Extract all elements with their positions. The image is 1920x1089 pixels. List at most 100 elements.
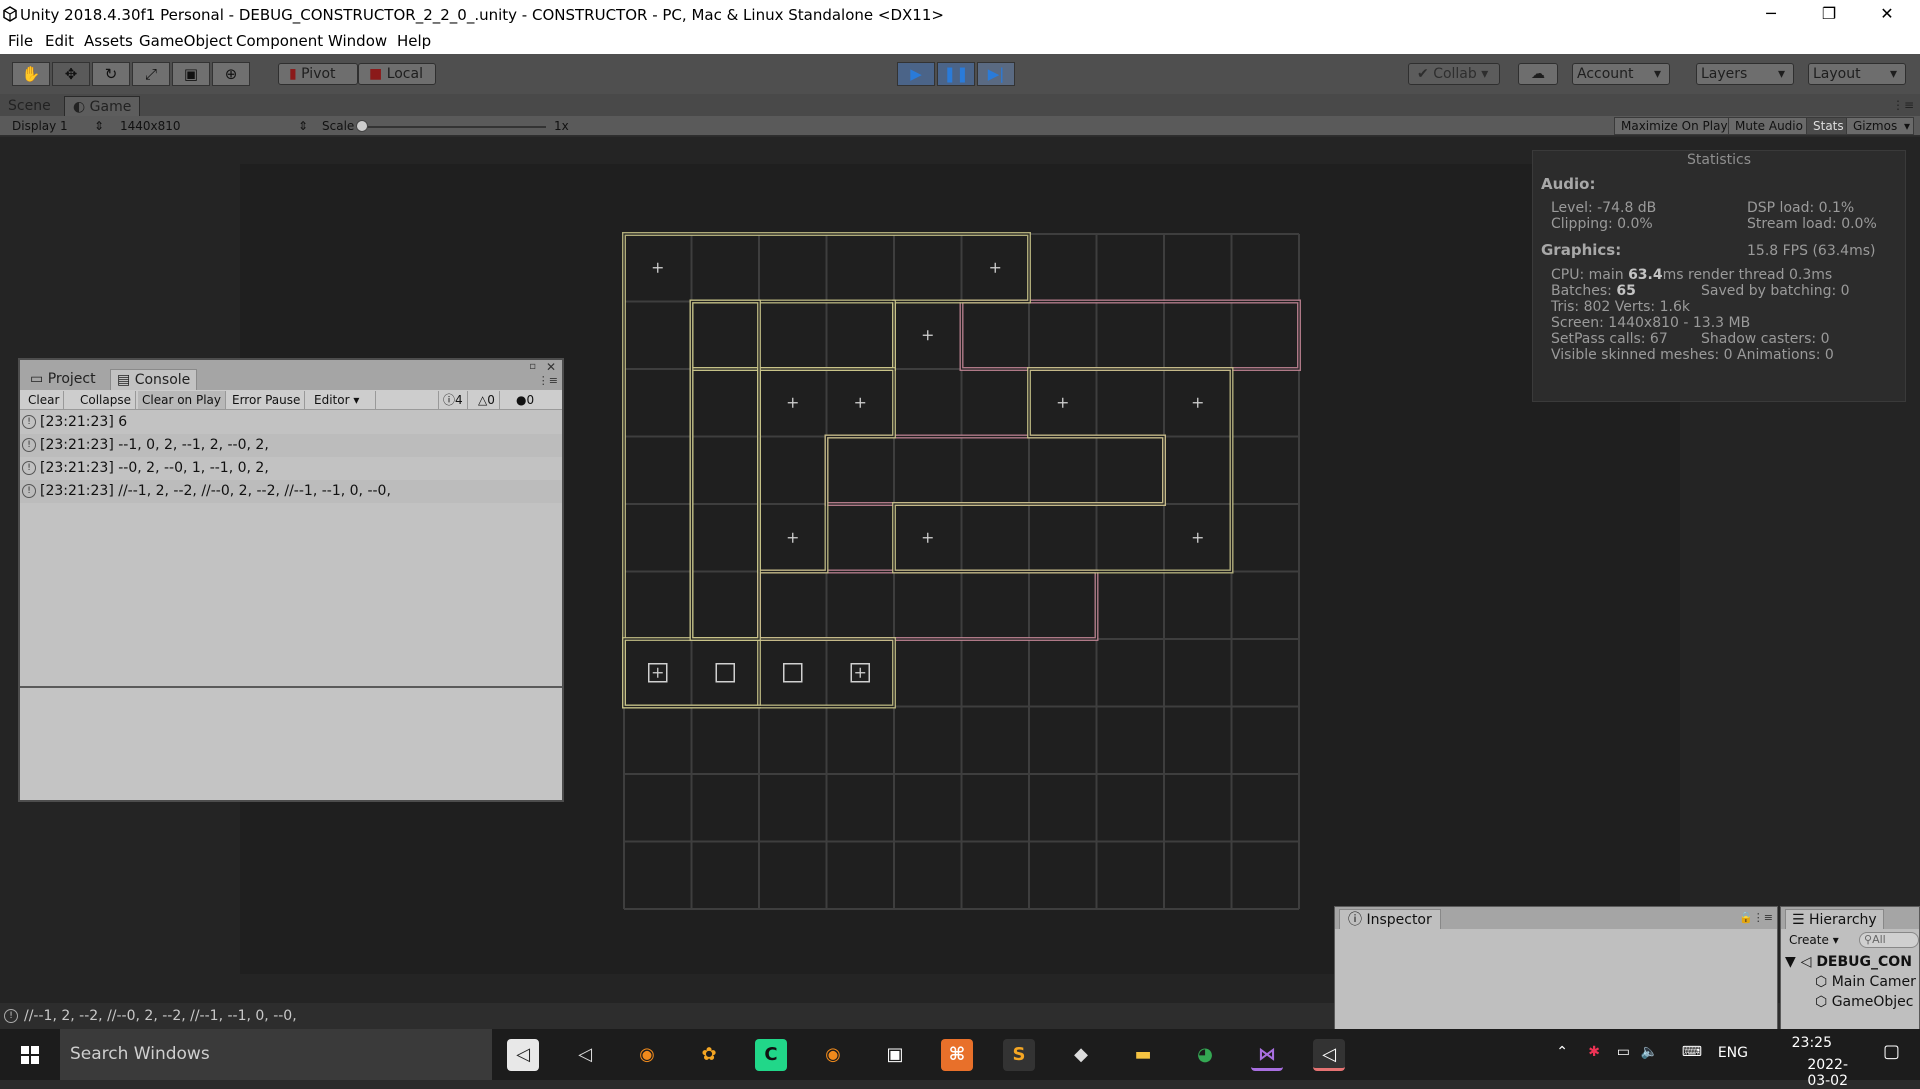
minimize-button[interactable]: ─ [1742,0,1800,30]
rect-tool-icon[interactable]: ▣ [172,62,210,86]
unity-collab-icon[interactable]: ◆ [1065,1039,1097,1071]
volume-icon[interactable]: 🔈 [1641,1044,1658,1060]
create-dropdown[interactable]: Create ▾ [1789,933,1839,947]
editor-dropdown[interactable]: Editor ▾ [310,391,376,409]
clear-on-play-toggle[interactable]: Clear on Play [138,391,226,409]
cloud-button[interactable]: ☁ [1518,63,1558,85]
hierarchy-search-input[interactable]: ⚲All [1859,932,1919,948]
layout-dropdown[interactable]: Layout ▾ [1808,63,1906,85]
panel-menu-icon[interactable]: ⋮≡ [1753,911,1773,924]
hierarchy-panel[interactable]: ☰ Hierarchy Create ▾ ⚲All ▼ ◁ DEBUG_CON … [1780,906,1920,1030]
blender-icon[interactable]: ◉ [631,1039,663,1071]
visual-studio-icon[interactable]: ⋈ [1251,1039,1283,1071]
close-panel-icon[interactable]: ✕ [546,360,556,374]
skinned-meshes: Visible skinned meshes: 0 Animations: 0 [1551,347,1834,363]
tab-inspector[interactable]: ⓘ Inspector [1339,909,1441,929]
chevron-up-icon[interactable]: ⌃ [1556,1044,1568,1060]
log-entry[interactable]: ! [23:21:23] --0, 2, --0, 1, --1, 0, 2, [20,457,562,480]
inspector-panel[interactable]: ⓘ Inspector 🔒 ⋮≡ [1334,906,1778,1030]
hierarchy-item[interactable]: ⬡ GameObjec [1815,994,1913,1010]
sublime-text-icon[interactable]: S [1003,1039,1035,1071]
mute-audio-toggle[interactable]: Mute Audio [1728,117,1810,135]
network-icon[interactable]: ✱ [1588,1044,1600,1060]
layout-label: Layout [1813,66,1861,82]
fl-studio-icon[interactable]: ✿ [693,1039,725,1071]
tab-menu-icon[interactable]: ⋮≡ [1892,98,1914,112]
local-label: Local [386,66,423,82]
step-button[interactable]: ▶| [977,62,1015,86]
unity-hub-icon[interactable]: ◁ [507,1039,539,1071]
transform-tool-icon[interactable]: ⊕ [212,62,250,86]
panel-menu-icon[interactable]: ⋮≡ [538,374,558,387]
notifications-icon[interactable]: ▢ [1883,1041,1900,1062]
tab-scene[interactable]: Scene [0,96,59,116]
battery-icon[interactable]: ▭ [1617,1044,1630,1060]
chevron-down-icon: ▾ [353,393,360,407]
layers-dropdown[interactable]: Layers ▾ [1696,63,1794,85]
tab-project[interactable]: ▭ Project [24,369,102,390]
error-pause-toggle[interactable]: Error Pause [228,391,306,409]
collapse-button[interactable]: Collapse [76,391,136,409]
menu-file[interactable]: File [8,32,33,50]
clip-studio-icon[interactable]: C [755,1039,787,1071]
log-entry[interactable]: ! [23:21:23] --1, 0, 2, --1, 2, --0, 2, [20,434,562,457]
blender-alt-icon[interactable]: ◉ [817,1039,849,1071]
error-count-toggle[interactable]: ●0 [512,391,538,409]
yellow-column-piece [689,299,761,641]
dsp-load: DSP load: 0.1% [1747,200,1855,216]
log-count-toggle[interactable]: ⓘ4 [438,391,468,409]
account-dropdown[interactable]: Account ▾ [1572,63,1670,85]
menu-gameobject[interactable]: GameObject [139,32,233,50]
menu-assets[interactable]: Assets [84,32,133,50]
file-explorer-icon[interactable]: ▬ [1127,1039,1159,1071]
rotate-tool-icon[interactable]: ↻ [92,62,130,86]
hierarchy-item[interactable]: ⬡ Main Camer [1815,974,1916,990]
taskbar-search-input[interactable]: Search Windows [60,1029,492,1080]
start-button[interactable] [0,1029,60,1080]
scale-slider-track[interactable] [362,126,546,128]
chrome-icon[interactable]: ◕ [1189,1039,1221,1071]
gizmos-dropdown[interactable]: Gizmos ▾ [1846,117,1914,135]
local-button[interactable]: ■ Local [358,63,436,85]
display-dropdown[interactable]: Display 1 ⇕ [6,118,106,134]
keyboard-icon[interactable]: ⌨ [1682,1044,1702,1060]
maximize-button[interactable]: ❐ [1800,0,1858,30]
clock-date[interactable]: 2022-03-02 [1807,1057,1848,1089]
close-button[interactable]: ✕ [1858,0,1916,30]
scale-slider-thumb[interactable] [356,120,368,132]
xampp-icon[interactable]: ⌘ [941,1039,973,1071]
hand-tool-icon[interactable]: ✋ [12,62,50,86]
language-indicator[interactable]: ENG [1718,1045,1748,1061]
scale-tool-icon[interactable]: ⤢ [132,62,170,86]
move-tool-icon[interactable]: ✥ [52,62,90,86]
restore-panel-icon[interactable]: ▫ [529,361,536,372]
tab-game[interactable]: ◐ Game [64,96,141,116]
warning-count-toggle[interactable]: △0 [474,391,500,409]
tab-hierarchy[interactable]: ☰ Hierarchy [1785,909,1884,929]
play-button[interactable]: ▶ [897,62,935,86]
unity-icon[interactable]: ◁ [569,1039,601,1071]
hierarchy-header: ☰ Hierarchy [1781,907,1919,929]
collab-dropdown[interactable]: ✔ Collab ▾ [1408,63,1500,85]
menu-edit[interactable]: Edit [45,32,74,50]
clock-time[interactable]: 23:25 [1792,1035,1832,1051]
menu-window[interactable]: Window [328,32,387,50]
unity-active-icon[interactable]: ◁ [1313,1039,1345,1071]
maximize-on-play-toggle[interactable]: Maximize On Play [1614,117,1735,135]
resolution-dropdown[interactable]: 1440x810 ⇕ [114,118,310,134]
lock-icon[interactable]: 🔒 [1739,911,1753,924]
tab-console[interactable]: ▤ Console [110,369,198,390]
twitch-icon[interactable]: ▣ [879,1039,911,1071]
pivot-button[interactable]: ▮ Pivot [278,63,358,85]
log-entry[interactable]: ! [23:21:23] //--1, 2, --2, //--0, 2, --2… [20,480,562,503]
clear-button[interactable]: Clear [24,391,65,409]
stats-toggle[interactable]: Stats [1806,117,1851,135]
menu-component[interactable]: Component [236,32,323,50]
scene-root-item[interactable]: ▼ ◁ DEBUG_CON [1785,954,1912,970]
log-entry[interactable]: ! [23:21:23] 6 [20,411,562,434]
pause-button[interactable]: ❚❚ [937,62,975,86]
console-window[interactable]: ▭ Project ▤ Console ▫ ✕ ⋮≡ Clear Collaps… [18,358,564,802]
inspector-header: ⓘ Inspector 🔒 ⋮≡ [1335,907,1777,929]
menu-help[interactable]: Help [397,32,431,50]
pink-top-piece [959,299,1301,371]
